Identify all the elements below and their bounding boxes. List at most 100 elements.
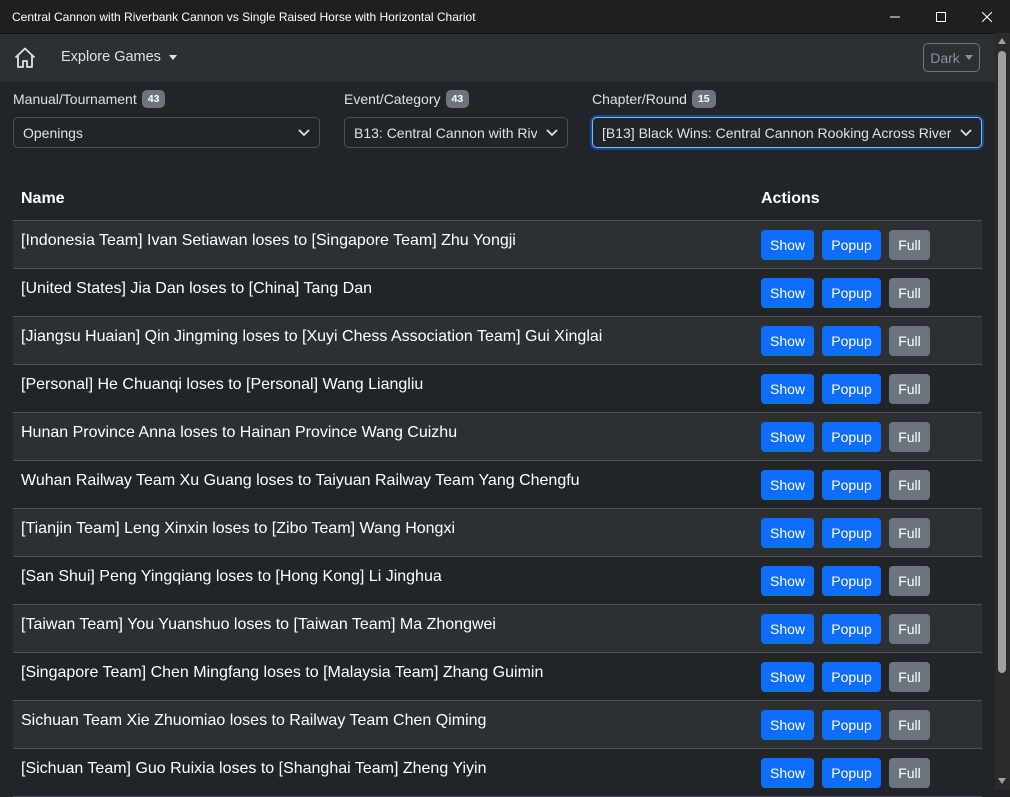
game-name: Hunan Province Anna loses to Hainan Prov…: [21, 424, 458, 441]
table-row: [Personal] He Chuanqi loses to [Personal…: [13, 365, 982, 413]
game-name: Sichuan Team Xie Zhuomiao loses to Railw…: [21, 712, 487, 729]
popup-button[interactable]: Popup: [822, 662, 881, 692]
game-name: [San Shui] Peng Yingqiang loses to [Hong…: [21, 568, 442, 585]
show-button[interactable]: Show: [761, 662, 814, 692]
games-table: Name Actions [Indonesia Team] Ivan Setia…: [13, 177, 982, 797]
popup-button[interactable]: Popup: [822, 566, 881, 596]
popup-button[interactable]: Popup: [822, 758, 881, 788]
event-category-select[interactable]: B13: Central Cannon with Riverbank Canno…: [344, 117, 568, 148]
minimize-button[interactable]: [872, 0, 918, 33]
popup-button[interactable]: Popup: [822, 278, 881, 308]
title-bar: Central Cannon with Riverbank Cannon vs …: [0, 0, 1010, 33]
manual-tournament-select[interactable]: Openings: [13, 117, 320, 148]
chevron-down-icon: [289, 118, 319, 147]
popup-button[interactable]: Popup: [822, 374, 881, 404]
full-button[interactable]: Full: [889, 614, 930, 644]
column-header-actions: Actions: [761, 189, 820, 207]
popup-button[interactable]: Popup: [822, 614, 881, 644]
table-row: Wuhan Railway Team Xu Guang loses to Tai…: [13, 461, 982, 509]
scroll-up-arrow-icon[interactable]: [998, 38, 1006, 44]
show-button[interactable]: Show: [761, 326, 814, 356]
game-name: [Jiangsu Huaian] Qin Jingming loses to […: [21, 328, 603, 345]
full-button[interactable]: Full: [889, 374, 930, 404]
game-name: [Personal] He Chuanqi loses to [Personal…: [21, 376, 424, 393]
explore-games-dropdown[interactable]: Explore Games: [61, 49, 177, 65]
full-button[interactable]: Full: [889, 278, 930, 308]
caret-down-icon: [168, 54, 177, 60]
show-button[interactable]: Show: [761, 374, 814, 404]
event-category-label: Event/Category 43: [344, 90, 470, 108]
table-row: Sichuan Team Xie Zhuomiao loses to Railw…: [13, 701, 982, 749]
table-row: [Jiangsu Huaian] Qin Jingming loses to […: [13, 317, 982, 365]
table-row: [Tianjin Team] Leng Xinxin loses to [Zib…: [13, 509, 982, 557]
table-header: Name Actions: [13, 177, 982, 221]
show-button[interactable]: Show: [761, 278, 814, 308]
full-button[interactable]: Full: [889, 710, 930, 740]
full-button[interactable]: Full: [889, 470, 930, 500]
chapter-round-label-text: Chapter/Round: [592, 91, 687, 107]
home-icon[interactable]: [13, 46, 37, 70]
manual-tournament-count-badge: 43: [141, 90, 166, 108]
full-button[interactable]: Full: [889, 662, 930, 692]
navbar: Explore Games Dark: [0, 33, 995, 82]
show-button[interactable]: Show: [761, 422, 814, 452]
window-title: Central Cannon with Riverbank Cannon vs …: [12, 9, 476, 24]
show-button[interactable]: Show: [761, 230, 814, 260]
game-name: [Taiwan Team] You Yuanshuo loses to [Tai…: [21, 616, 496, 633]
table-row: Hunan Province Anna loses to Hainan Prov…: [13, 413, 982, 461]
scroll-down-arrow-icon[interactable]: [998, 778, 1006, 784]
vertical-scrollbar[interactable]: [995, 33, 1010, 790]
popup-button[interactable]: Popup: [822, 518, 881, 548]
event-category-count-badge: 43: [445, 90, 470, 108]
full-button[interactable]: Full: [889, 230, 930, 260]
chapter-round-label: Chapter/Round 15: [592, 90, 716, 108]
explore-games-label: Explore Games: [61, 49, 161, 65]
show-button[interactable]: Show: [761, 470, 814, 500]
popup-button[interactable]: Popup: [822, 326, 881, 356]
maximize-button[interactable]: [918, 0, 964, 33]
table-row: [United States] Jia Dan loses to [China]…: [13, 269, 982, 317]
caret-down-icon: [964, 55, 973, 60]
full-button[interactable]: Full: [889, 758, 930, 788]
chevron-down-icon: [951, 118, 981, 147]
column-header-name: Name: [21, 189, 65, 207]
game-name: [Sichuan Team] Guo Ruixia loses to [Shan…: [21, 760, 487, 777]
chevron-down-icon: [537, 118, 567, 147]
maximize-icon: [936, 11, 946, 22]
chapter-round-count-badge: 15: [691, 90, 716, 108]
close-icon: [982, 11, 992, 22]
show-button[interactable]: Show: [761, 614, 814, 644]
theme-label: Dark: [930, 49, 960, 66]
game-name: [Tianjin Team] Leng Xinxin loses to [Zib…: [21, 520, 455, 537]
table-row: [Taiwan Team] You Yuanshuo loses to [Tai…: [13, 605, 982, 653]
full-button[interactable]: Full: [889, 326, 930, 356]
popup-button[interactable]: Popup: [822, 710, 881, 740]
popup-button[interactable]: Popup: [822, 230, 881, 260]
full-button[interactable]: Full: [889, 518, 930, 548]
chapter-round-select[interactable]: [B13] Black Wins: Central Cannon Rooking…: [592, 117, 982, 148]
table-row: [Singapore Team] Chen Mingfang loses to …: [13, 653, 982, 701]
show-button[interactable]: Show: [761, 710, 814, 740]
manual-tournament-label-text: Manual/Tournament: [13, 91, 137, 107]
show-button[interactable]: Show: [761, 518, 814, 548]
popup-button[interactable]: Popup: [822, 422, 881, 452]
theme-dropdown-button[interactable]: Dark: [923, 43, 980, 72]
event-category-label-text: Event/Category: [344, 91, 441, 107]
manual-tournament-label: Manual/Tournament 43: [13, 90, 166, 108]
table-body: [Indonesia Team] Ivan Setiawan loses to …: [13, 221, 982, 797]
minimize-icon: [890, 16, 900, 17]
close-button[interactable]: [964, 0, 1010, 33]
show-button[interactable]: Show: [761, 758, 814, 788]
game-name: Wuhan Railway Team Xu Guang loses to Tai…: [21, 472, 580, 489]
table-row: [Indonesia Team] Ivan Setiawan loses to …: [13, 221, 982, 269]
chapter-round-value: [B13] Black Wins: Central Cannon Rooking…: [602, 124, 951, 141]
manual-tournament-value: Openings: [23, 124, 83, 141]
scrollbar-thumb[interactable]: [998, 51, 1006, 673]
game-name: [Indonesia Team] Ivan Setiawan loses to …: [21, 232, 516, 249]
full-button[interactable]: Full: [889, 566, 930, 596]
game-name: [United States] Jia Dan loses to [China]…: [21, 280, 373, 297]
show-button[interactable]: Show: [761, 566, 814, 596]
popup-button[interactable]: Popup: [822, 470, 881, 500]
full-button[interactable]: Full: [889, 422, 930, 452]
game-name: [Singapore Team] Chen Mingfang loses to …: [21, 664, 544, 681]
